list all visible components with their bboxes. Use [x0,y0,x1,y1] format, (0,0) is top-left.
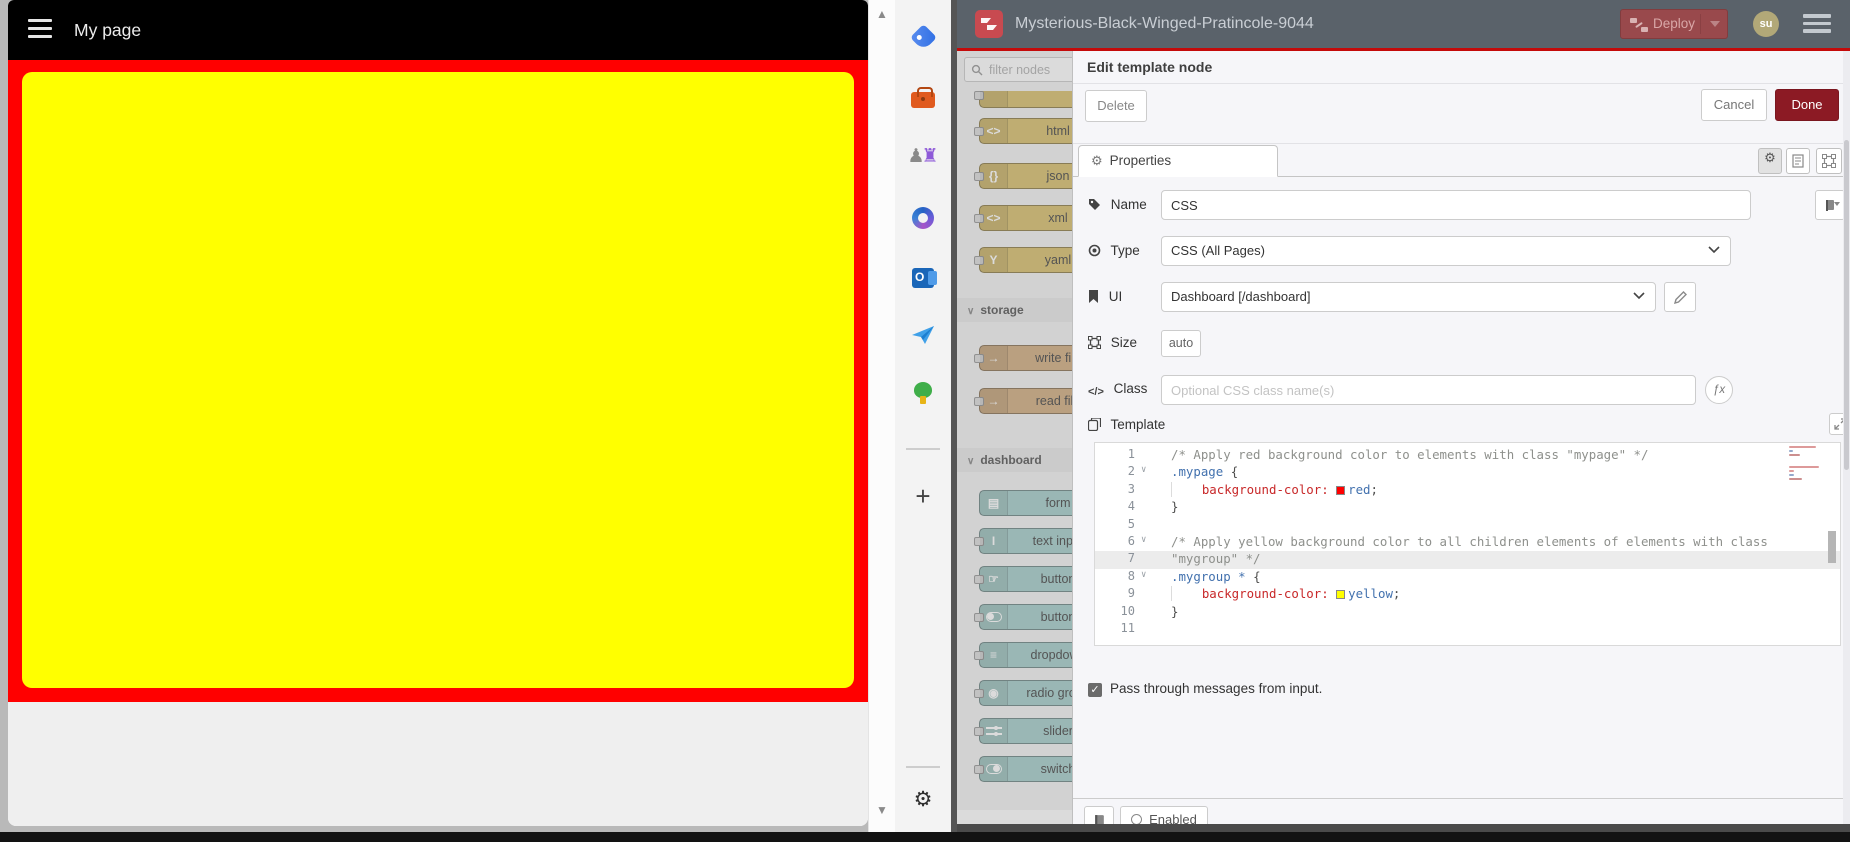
chevron-down-icon[interactable] [1710,21,1720,27]
screen: My page ▲ ▼ ♟♜ + ⚙ Mysterious-Bla [0,0,1850,842]
name-input[interactable] [1161,190,1751,220]
code-line: 5 [1127,516,1135,531]
chevron-down-icon [1708,246,1720,254]
deploy-icon [1630,18,1648,32]
edit-ui-button[interactable] [1664,282,1696,312]
template-field-label: Template [1087,417,1165,432]
code-line: 10} [1120,603,1179,619]
tab-properties[interactable]: ⚙ Properties [1078,145,1278,177]
drop-plane-icon[interactable] [895,324,951,352]
gear-icon[interactable]: ⚙ [895,787,951,815]
main-menu-icon[interactable] [1803,14,1831,34]
nodered-window: Mysterious-Black-Winged-Pratincole-9044 … [957,0,1850,832]
code-line: 4} [1127,499,1179,515]
divider [1073,798,1850,799]
template-code-editor[interactable]: 1/* Apply red background color to elemen… [1094,442,1841,646]
nodered-header: Mysterious-Black-Winged-Pratincole-9044 … [957,0,1850,48]
properties-view-button[interactable]: ⚙ [1758,148,1782,174]
hamburger-menu-icon[interactable] [28,19,52,41]
dashboard-page-title: My page [74,20,142,40]
dashboard-header: My page [8,0,868,60]
cancel-button[interactable]: Cancel [1701,89,1767,121]
type-field-label: Type [1088,243,1140,258]
type-select[interactable]: CSS (All Pages) [1161,236,1731,266]
name-options-button[interactable] [1815,190,1845,220]
size-frame-icon [1088,336,1101,349]
divider [1073,143,1850,144]
window-bottom-edge [957,824,1850,832]
class-expression-button[interactable]: ƒx [1705,376,1733,404]
size-field-label: Size [1088,335,1137,350]
browser-sidebar: ♟♜ + ⚙ [895,0,951,832]
games-icon[interactable]: ♟♜ [895,145,951,173]
dashboard-scrollbar[interactable]: ▲ ▼ [868,0,895,832]
divider [906,448,940,450]
mypage-red-area [8,60,868,702]
code-line: 6 ∨/* Apply yellow background color to al… [1127,534,1768,549]
scroll-up-icon[interactable]: ▲ [869,7,895,21]
delete-button[interactable]: Delete [1085,90,1147,122]
edit-template-dialog: Edit template node Delete Cancel Done ⚙ P… [1072,51,1850,832]
divider [1700,14,1701,34]
pencil-icon [1673,291,1687,305]
description-view-button[interactable] [1786,148,1810,174]
code-line: 7 "mygroup" */ [1095,551,1840,569]
user-avatar[interactable]: su [1753,11,1779,37]
shopping-tag-icon[interactable] [895,24,951,52]
gear-icon: ⚙ [1091,153,1103,168]
chevron-down-icon [1633,292,1645,300]
flow-title: Mysterious-Black-Winged-Pratincole-9044 [1015,15,1314,32]
deploy-label: Deploy [1653,16,1696,31]
code-line: 9 background-color: yellow; [1127,586,1401,602]
nodered-logo-icon [975,10,1003,38]
size-value-button[interactable]: auto [1161,330,1201,357]
toolbox-icon[interactable] [895,85,951,113]
mygroup-yellow-panel [22,72,854,688]
code-line: 1/* Apply red background color to elemen… [1127,447,1649,462]
screen-bottom-bar [0,832,1850,842]
tree-icon[interactable] [895,380,951,408]
done-button[interactable]: Done [1775,89,1839,121]
passthrough-checkbox[interactable]: ✓ [1088,683,1102,697]
divider [1073,83,1850,84]
add-sidebar-item-button[interactable]: + [895,483,951,511]
scroll-down-icon[interactable]: ▼ [869,803,895,817]
code-line: 2 ∨ .mypage { [1127,464,1239,480]
name-field-label: Name [1088,197,1147,212]
template-icon [1087,417,1102,432]
outlook-icon[interactable] [895,264,951,292]
ui-field-label: UI [1088,289,1122,304]
appearance-view-button[interactable] [1816,148,1842,174]
class-input[interactable] [1161,375,1696,405]
divider [906,766,940,768]
code-line: 3 background-color: red; [1127,481,1378,497]
code-icon: </> [1088,386,1104,398]
microsoft-365-icon[interactable] [895,204,951,232]
chevron-down-icon [1834,202,1840,206]
dialog-scrollbar[interactable] [1843,51,1850,824]
class-field-label: </> Class [1088,381,1148,398]
target-icon [1088,244,1101,257]
dashboard-empty-area [8,702,868,826]
code-line: 11 [1120,621,1135,635]
ui-select[interactable]: Dashboard [/dashboard] [1161,282,1656,312]
editor-scrollbar[interactable] [1827,443,1837,645]
dialog-title: Edit template node [1087,59,1213,75]
code-line: 8 ∨ .mygroup * { [1127,568,1261,584]
dashboard-page: My page [8,0,868,826]
tag-icon [1089,199,1100,210]
passthrough-label: Pass through messages from input. [1110,681,1323,696]
bookmark-icon [1089,290,1098,303]
deploy-button[interactable]: Deploy [1620,9,1728,39]
editor-minimap [1789,446,1821,642]
